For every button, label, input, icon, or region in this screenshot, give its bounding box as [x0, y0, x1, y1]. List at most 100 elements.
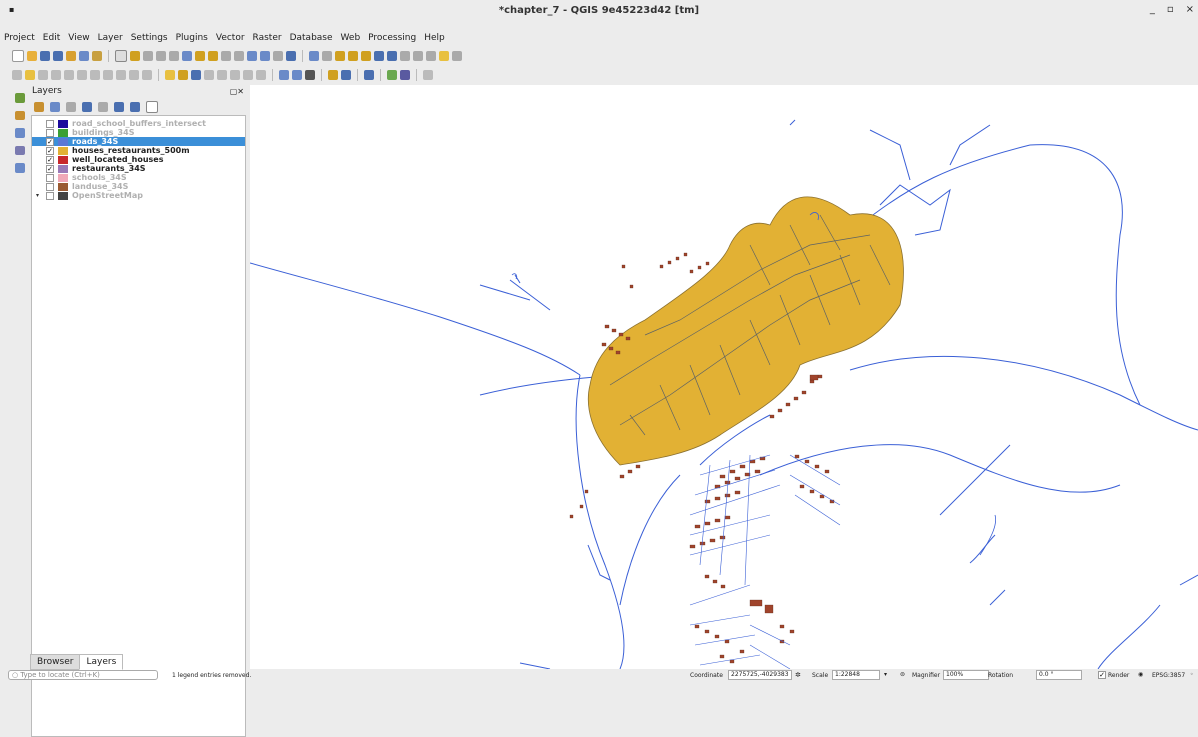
layer-visibility-checkbox[interactable]: [46, 128, 54, 137]
plugin-b-icon[interactable]: [400, 70, 410, 80]
expand-all-icon[interactable]: [114, 102, 124, 112]
layer-visibility-checkbox[interactable]: ✓: [46, 164, 54, 173]
close-button[interactable]: ×: [1186, 4, 1194, 15]
zoom-last-icon[interactable]: [234, 51, 244, 61]
zoom-to-selection-icon[interactable]: [195, 51, 205, 61]
menu-settings[interactable]: Settings: [127, 33, 172, 47]
layout-manager-icon[interactable]: [79, 51, 89, 61]
vertex-tool-icon[interactable]: [64, 70, 74, 80]
tab-browser[interactable]: Browser: [30, 654, 81, 670]
add-delimited-text-icon[interactable]: [15, 128, 25, 138]
menu-plugins[interactable]: Plugins: [172, 33, 212, 47]
menu-edit[interactable]: Edit: [39, 33, 64, 47]
field-calculator-icon[interactable]: [387, 51, 397, 61]
scale-dropdown-icon[interactable]: ▾: [884, 671, 887, 678]
menu-project[interactable]: Project: [0, 33, 39, 47]
layer-row[interactable]: landuse_34S: [32, 182, 245, 191]
panel-float-close-icon[interactable]: ▢✕: [230, 87, 244, 96]
remove-layer-icon[interactable]: [146, 101, 158, 113]
layer-row[interactable]: buildings_34S: [32, 128, 245, 137]
add-group-icon[interactable]: [50, 102, 60, 112]
layer-visibility-checkbox[interactable]: [46, 182, 54, 191]
add-vector-icon[interactable]: [15, 93, 25, 103]
show-labels-icon[interactable]: [217, 70, 227, 80]
layer-row[interactable]: ▾ OpenStreetMap: [32, 191, 245, 200]
rotation-field[interactable]: 0.0 °: [1036, 670, 1082, 680]
digitize-icon[interactable]: [51, 70, 61, 80]
diagram-icon[interactable]: [191, 70, 201, 80]
menu-web[interactable]: Web: [337, 33, 365, 47]
menu-database[interactable]: Database: [286, 33, 337, 47]
expand-group-icon[interactable]: ▾: [36, 192, 39, 199]
layer-row[interactable]: ✓ houses_restaurants_500m: [32, 146, 245, 155]
save-project-icon[interactable]: [40, 51, 50, 61]
layer-visibility-checkbox[interactable]: ✓: [46, 146, 54, 155]
new-print-layout-icon[interactable]: [66, 51, 76, 61]
layer-visibility-checkbox[interactable]: [46, 119, 54, 128]
menu-vector[interactable]: Vector: [212, 33, 249, 47]
identify-icon[interactable]: [309, 51, 319, 61]
plugin-a-icon[interactable]: [387, 70, 397, 80]
move-label-icon[interactable]: [230, 70, 240, 80]
statistics-icon[interactable]: [413, 51, 423, 61]
coordinate-field[interactable]: 2275725,-4029383: [728, 670, 792, 680]
render-checkbox[interactable]: ✓: [1098, 671, 1106, 679]
zoom-in-icon[interactable]: [143, 51, 153, 61]
locator-search-input[interactable]: ○ Type to locate (Ctrl+K): [8, 670, 158, 680]
refresh-icon[interactable]: [286, 51, 296, 61]
manage-visibility-icon[interactable]: [66, 102, 76, 112]
menu-processing[interactable]: Processing: [364, 33, 420, 47]
tab-layers[interactable]: Layers: [79, 654, 124, 670]
new-project-icon[interactable]: [12, 50, 24, 62]
filter-expression-icon[interactable]: [98, 102, 108, 112]
text-annotation-icon[interactable]: [452, 51, 462, 61]
redo-icon[interactable]: [142, 70, 152, 80]
copy-features-icon[interactable]: [103, 70, 113, 80]
temporal-controller-icon[interactable]: [260, 51, 270, 61]
layer-visibility-checkbox[interactable]: ✓: [46, 155, 54, 164]
layer-row[interactable]: ✓ roads_34S: [32, 137, 245, 146]
deselect-icon[interactable]: [361, 51, 371, 61]
scale-field[interactable]: 1:22848: [832, 670, 880, 680]
measure-icon[interactable]: [426, 51, 436, 61]
style-manager-icon[interactable]: [92, 51, 102, 61]
grass-tools-icon[interactable]: [364, 70, 374, 80]
refresh-layers-icon[interactable]: [341, 70, 351, 80]
zoom-full-icon[interactable]: [182, 51, 192, 61]
extent-toggle-icon[interactable]: ✲: [795, 671, 801, 679]
layer-visibility-checkbox[interactable]: ✓: [46, 137, 54, 146]
map-tips-icon[interactable]: [439, 51, 449, 61]
pan-icon[interactable]: [115, 50, 127, 62]
python-icon[interactable]: [328, 70, 338, 80]
select-features-icon[interactable]: [335, 51, 345, 61]
minimize-button[interactable]: _: [1150, 4, 1155, 15]
crs-button[interactable]: EPSG:3857: [1152, 672, 1185, 679]
layer-row[interactable]: ✓ restaurants_34S: [32, 164, 245, 173]
layer-labeling-icon[interactable]: [178, 70, 188, 80]
filter-legend-icon[interactable]: [82, 102, 92, 112]
plugin-c-icon[interactable]: [423, 70, 433, 80]
maximize-button[interactable]: ▫: [1167, 4, 1174, 15]
menu-raster[interactable]: Raster: [249, 33, 286, 47]
pin-labels-icon[interactable]: [204, 70, 214, 80]
layer-row[interactable]: road_school_buffers_intersect: [32, 119, 245, 128]
attribute-table-icon[interactable]: [374, 51, 384, 61]
map-canvas[interactable]: [250, 85, 1198, 669]
zoom-native-icon[interactable]: [221, 51, 231, 61]
processing-toolbox-icon[interactable]: [400, 51, 410, 61]
new-map-view-icon[interactable]: [247, 51, 257, 61]
actions-icon[interactable]: [322, 51, 332, 61]
menu-layer[interactable]: Layer: [94, 33, 127, 47]
add-raster-icon[interactable]: [15, 110, 25, 121]
menu-help[interactable]: Help: [420, 33, 449, 47]
collapse-all-icon[interactable]: [130, 102, 140, 112]
zoom-rubber-band-icon[interactable]: [169, 51, 179, 61]
magnifier-field[interactable]: 100%: [943, 670, 989, 680]
save-edits-icon[interactable]: [38, 70, 48, 80]
toggle-editing-icon[interactable]: [25, 70, 35, 80]
delete-selected-icon[interactable]: [77, 70, 87, 80]
layer-visibility-checkbox[interactable]: [46, 173, 54, 182]
menu-view[interactable]: View: [64, 33, 93, 47]
layer-visibility-checkbox[interactable]: [46, 191, 54, 200]
undo-icon[interactable]: [129, 70, 139, 80]
